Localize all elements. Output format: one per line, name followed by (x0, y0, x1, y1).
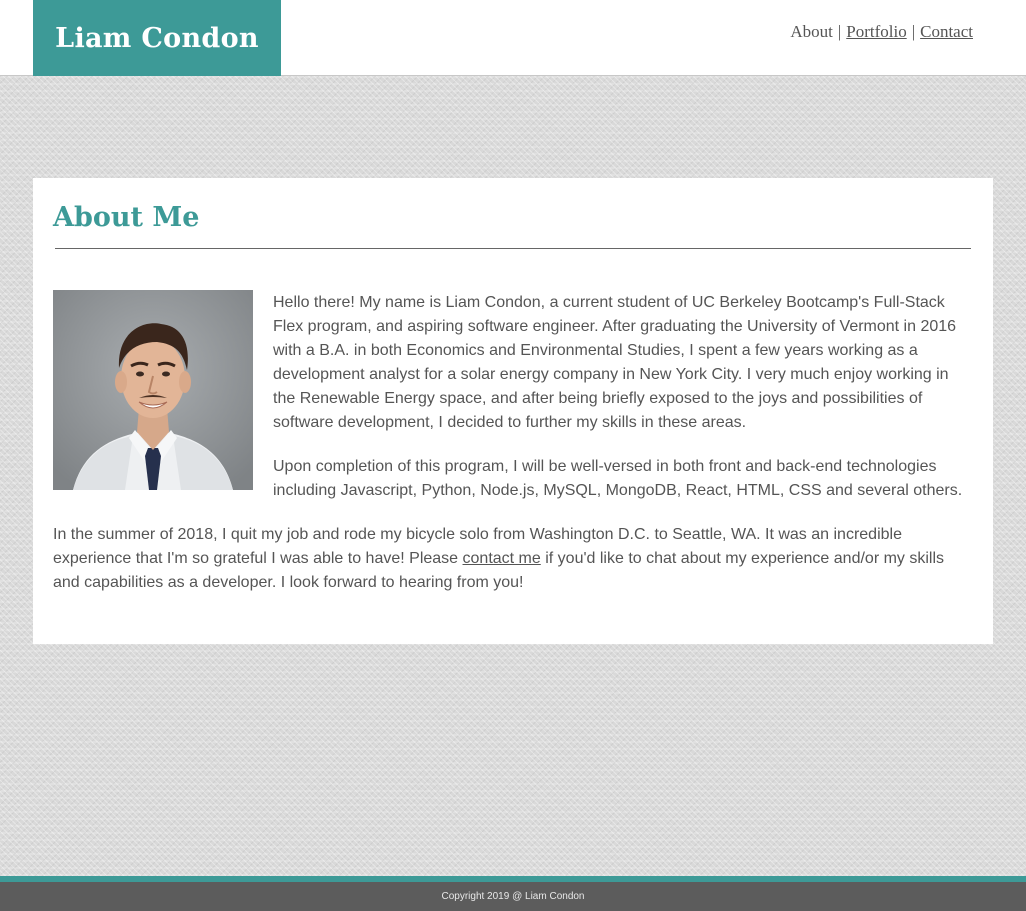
portrait-photo-icon (53, 290, 253, 490)
nav-contact-link[interactable]: Contact (920, 22, 973, 42)
page-title: About Me (53, 202, 200, 233)
copyright-text: Copyright 2019 @ Liam Condon (441, 891, 585, 902)
nav-separator: | (837, 22, 842, 41)
main-nav: About | Portfolio | Contact (790, 22, 973, 42)
bio-text: Hello there! My name is Liam Condon, a c… (273, 291, 973, 523)
nav-separator: | (911, 22, 916, 41)
bio-paragraph-2: Upon completion of this program, I will … (273, 458, 963, 499)
title-divider (55, 248, 971, 249)
site-footer: Copyright 2019 @ Liam Condon (0, 882, 1026, 911)
site-logo[interactable]: Liam Condon (33, 0, 281, 76)
about-card: About Me Hello there! My name is Liam Co… (33, 178, 993, 644)
profile-photo (53, 290, 253, 490)
contact-me-link[interactable]: contact me (463, 550, 541, 567)
nav-about-link[interactable]: About (790, 22, 833, 42)
bio-paragraph-1: Hello there! My name is Liam Condon, a c… (273, 294, 957, 431)
nav-portfolio-link[interactable]: Portfolio (846, 22, 906, 42)
logo-text: Liam Condon (55, 22, 259, 54)
site-header: Liam Condon About | Portfolio | Contact (0, 0, 1026, 76)
bio-paragraph-3: In the summer of 2018, I quit my job and… (53, 523, 973, 595)
